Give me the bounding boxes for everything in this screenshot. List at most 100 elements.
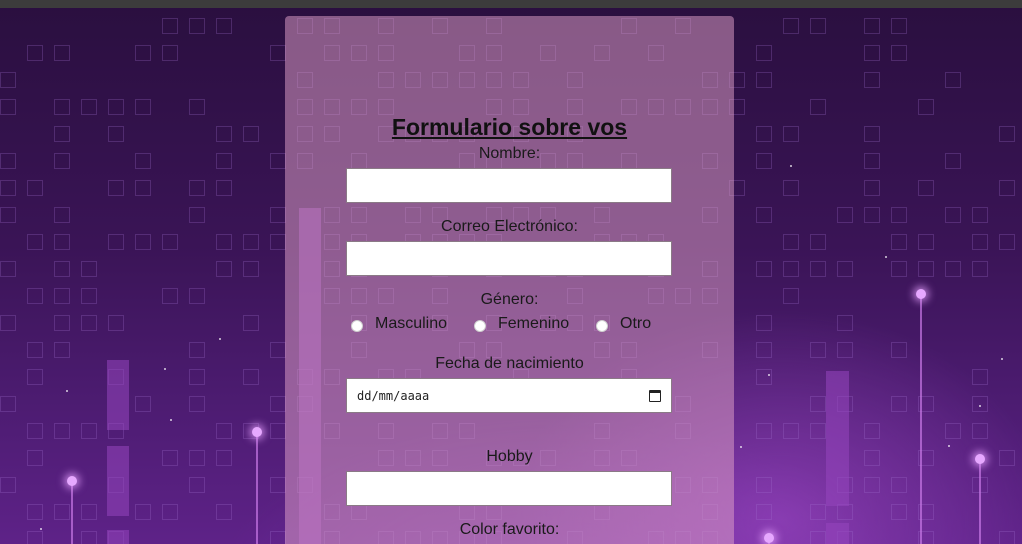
light-post xyxy=(920,297,922,544)
form-title: Formulario sobre vos xyxy=(391,114,628,140)
star xyxy=(164,368,166,370)
light-pillar xyxy=(107,446,129,516)
grid-square xyxy=(216,180,232,196)
radio-circle-icon[interactable] xyxy=(596,320,608,332)
grid-square xyxy=(135,99,151,115)
grid-square xyxy=(54,126,70,142)
grid-square xyxy=(0,261,16,277)
grid-square xyxy=(216,423,232,439)
grid-square xyxy=(756,423,772,439)
grid-square xyxy=(27,450,43,466)
radio-femenino[interactable]: Femenino xyxy=(474,312,569,336)
grid-square xyxy=(0,315,16,331)
grid-square xyxy=(189,99,205,115)
light-orb xyxy=(764,533,774,543)
grid-square xyxy=(756,207,772,223)
grid-square xyxy=(189,18,205,34)
grid-square xyxy=(27,504,43,520)
grid-square xyxy=(27,342,43,358)
radio-circle-icon[interactable] xyxy=(474,320,486,332)
grid-square xyxy=(27,180,43,196)
grid-square xyxy=(891,207,907,223)
grid-square xyxy=(81,261,97,277)
grid-square xyxy=(864,45,880,61)
grid-square xyxy=(189,450,205,466)
grid-square xyxy=(810,531,826,544)
grid-square xyxy=(216,126,232,142)
grid-square xyxy=(972,234,988,250)
light-orb xyxy=(975,454,985,464)
grid-square xyxy=(783,180,799,196)
grid-square xyxy=(810,18,826,34)
grid-square xyxy=(135,45,151,61)
grid-square xyxy=(108,315,124,331)
grid-square xyxy=(27,234,43,250)
grid-square xyxy=(243,369,259,385)
grid-square xyxy=(54,234,70,250)
grid-square xyxy=(162,288,178,304)
grid-square xyxy=(810,234,826,250)
grid-square xyxy=(27,531,43,544)
grid-square xyxy=(189,342,205,358)
grid-square xyxy=(864,18,880,34)
grid-square xyxy=(270,477,286,493)
light-post xyxy=(256,435,258,544)
radio-otro-label: Otro xyxy=(620,315,652,332)
grid-square xyxy=(864,477,880,493)
star xyxy=(768,374,770,376)
grid-square xyxy=(864,72,880,88)
grid-square xyxy=(837,207,853,223)
grid-square xyxy=(783,18,799,34)
grid-square xyxy=(810,261,826,277)
nombre-input[interactable] xyxy=(346,168,672,203)
grid-square xyxy=(162,504,178,520)
grid-square xyxy=(270,153,286,169)
fecha-placeholder: dd/mm/aaaa xyxy=(357,388,430,403)
grid-square xyxy=(891,504,907,520)
grid-square xyxy=(999,180,1015,196)
grid-square xyxy=(270,45,286,61)
correo-input[interactable] xyxy=(346,241,672,276)
grid-square xyxy=(810,99,826,115)
radio-masculino[interactable]: Masculino xyxy=(351,312,447,336)
grid-square xyxy=(945,207,961,223)
grid-square xyxy=(27,423,43,439)
star xyxy=(66,390,68,392)
grid-square xyxy=(756,153,772,169)
light-pillar xyxy=(826,371,849,506)
radio-circle-icon[interactable] xyxy=(351,320,363,332)
hobby-input[interactable] xyxy=(346,471,672,506)
grid-square xyxy=(270,396,286,412)
grid-square xyxy=(0,72,16,88)
grid-square xyxy=(837,315,853,331)
grid-square xyxy=(216,504,232,520)
grid-square xyxy=(864,207,880,223)
grid-square xyxy=(243,261,259,277)
light-pillar xyxy=(107,530,129,544)
grid-square xyxy=(783,234,799,250)
browser-top-bar xyxy=(0,0,1022,8)
grid-square xyxy=(891,18,907,34)
grid-square xyxy=(891,261,907,277)
fecha-date-input[interactable]: dd/mm/aaaa xyxy=(346,378,672,413)
grid-square xyxy=(189,477,205,493)
grid-square xyxy=(837,504,853,520)
star xyxy=(170,419,172,421)
radio-masculino-label: Masculino xyxy=(375,315,448,332)
grid-square xyxy=(945,153,961,169)
grid-square xyxy=(216,450,232,466)
light-post xyxy=(979,462,981,544)
grid-square xyxy=(756,72,772,88)
light-orb xyxy=(252,427,262,437)
grid-square xyxy=(918,234,934,250)
grid-square xyxy=(135,180,151,196)
grid-square xyxy=(54,423,70,439)
grid-square xyxy=(756,261,772,277)
grid-square xyxy=(27,288,43,304)
calendar-icon[interactable] xyxy=(649,389,661,402)
grid-square xyxy=(756,477,772,493)
radio-otro[interactable]: Otro xyxy=(596,312,651,336)
grid-square xyxy=(783,288,799,304)
grid-square xyxy=(756,126,772,142)
grid-square xyxy=(216,261,232,277)
